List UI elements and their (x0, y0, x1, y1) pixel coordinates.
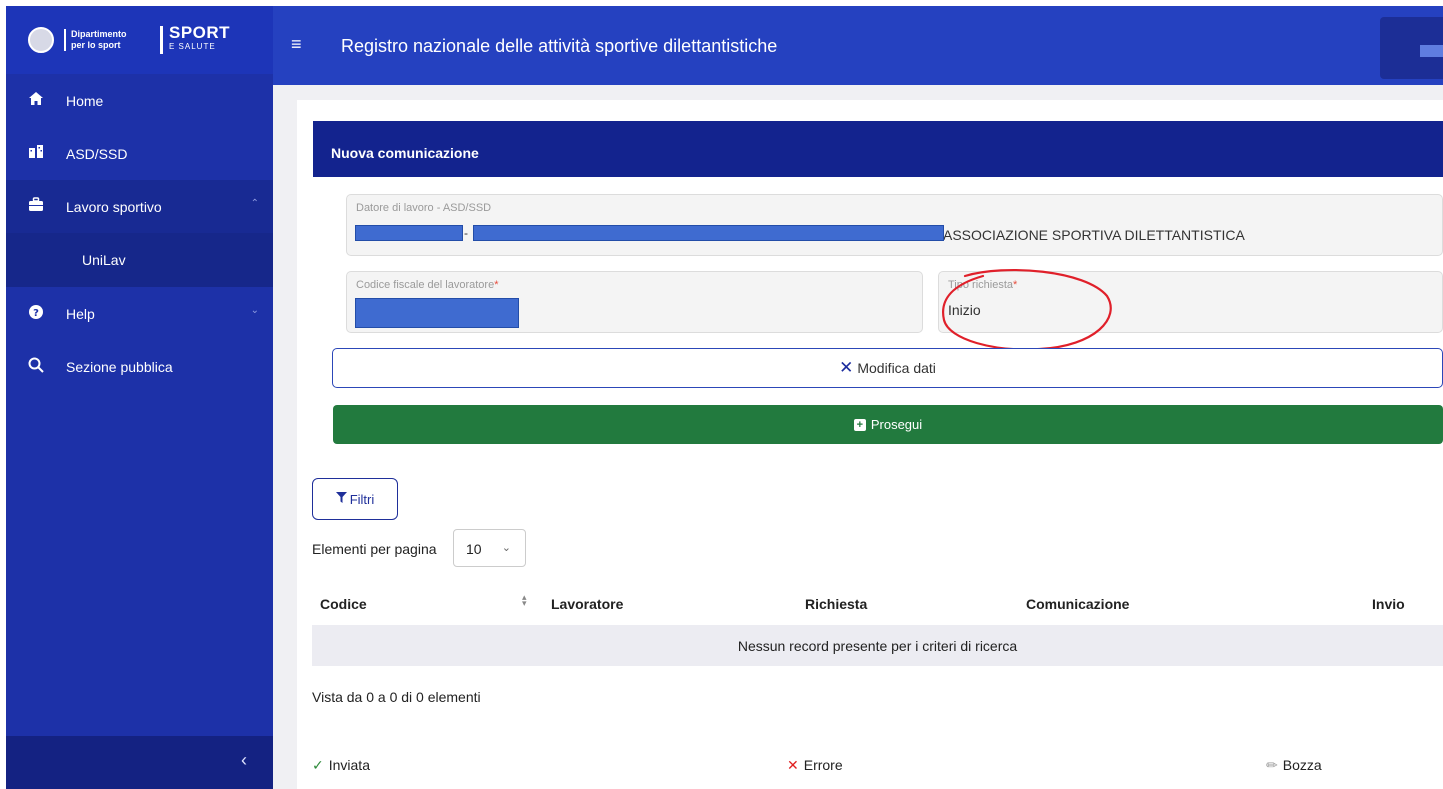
sidebar-item-sezione-pubblica[interactable]: Sezione pubblica (6, 340, 273, 393)
sidebar-item-label: Help (66, 305, 95, 322)
legend-draft: ✏ Bozza (1266, 757, 1322, 773)
sidebar: Dipartimento per lo sport SPORT E SALUTE… (6, 6, 273, 789)
column-header-lavoratore[interactable]: Lavoratore (551, 596, 623, 612)
close-icon: ✕ (839, 358, 854, 377)
user-menu-indicator (1420, 45, 1443, 57)
pencil-icon: ✏ (1266, 757, 1278, 773)
request-type-label: Tipo richiesta* (948, 279, 1018, 291)
sidebar-item-lavoro-sportivo[interactable]: Lavoro sportivo ⌃ (6, 180, 273, 233)
column-header-comunicazione[interactable]: Comunicazione (1026, 596, 1129, 612)
collapse-sidebar-icon[interactable]: ‹ (241, 750, 247, 771)
sidebar-item-label: Home (66, 92, 104, 109)
employer-value: ASSOCIAZIONE SPORTIVA DILETTANTISTICA (943, 227, 1245, 243)
help-icon: ? (28, 304, 44, 324)
legend-sent: ✓ Inviata (312, 757, 370, 773)
edit-data-button[interactable]: ✕ Modifica dati (332, 348, 1443, 388)
redacted-employer-name (473, 225, 944, 241)
hamburger-menu-icon[interactable]: ≡ (291, 34, 302, 55)
per-page-select[interactable]: 10 ⌄ (453, 529, 526, 567)
sidebar-item-home[interactable]: Home (6, 74, 273, 127)
filter-label: Filtri (349, 491, 375, 507)
check-icon: ✓ (312, 757, 324, 773)
per-page-label: Elementi per pagina (312, 541, 437, 557)
required-marker: * (494, 279, 499, 291)
sidebar-subitem-label: UniLav (82, 252, 126, 268)
sidebar-item-asd-ssd[interactable]: ASD/SSD (6, 127, 273, 180)
sidebar-subitem-unilav[interactable]: UniLav (6, 233, 273, 287)
sidebar-item-label: Sezione pubblica (66, 358, 173, 375)
pagination-info: Vista da 0 a 0 di 0 elementi (312, 689, 481, 705)
sport-e-salute-logo: SPORT E SALUTE (160, 23, 231, 54)
column-header-codice[interactable]: Codice (320, 596, 367, 612)
search-icon (28, 357, 44, 377)
worker-tax-code-label: Codice fiscale del lavoratore* (356, 279, 499, 291)
column-header-richiesta[interactable]: Richiesta (805, 596, 867, 612)
logo-sub: E SALUTE (169, 42, 216, 51)
sort-icon[interactable]: ▴ ▾ (522, 593, 527, 608)
brand-logo[interactable]: Dipartimento per lo sport SPORT E SALUTE (6, 6, 273, 74)
svg-text:?: ? (33, 308, 39, 319)
department-name: Dipartimento per lo sport (64, 29, 142, 51)
required-marker: * (1013, 279, 1018, 291)
request-type-value: Inizio (948, 302, 981, 318)
redacted-worker-tax-code (355, 298, 519, 328)
briefcase-icon (28, 197, 44, 216)
employer-label: Datore di lavoro - ASD/SSD (356, 202, 492, 214)
legend-error: ✕ Errore (787, 757, 843, 773)
redacted-tax-id (355, 225, 463, 241)
column-header-invio[interactable]: Invio (1372, 596, 1405, 612)
edit-data-label: Modifica dati (857, 360, 936, 376)
republic-emblem-icon (28, 27, 54, 53)
per-page-value: 10 (466, 541, 482, 557)
plus-square-icon: + (853, 418, 866, 431)
top-header: ≡ Registro nazionale delle attività spor… (273, 6, 1443, 85)
continue-button[interactable]: + Prosegui (333, 405, 1443, 444)
sidebar-item-label: Lavoro sportivo (66, 198, 162, 215)
employer-separator: - (464, 226, 468, 240)
empty-message: Nessun record presente per i criteri di … (737, 637, 1018, 654)
app-title: Registro nazionale delle attività sporti… (341, 36, 778, 56)
sidebar-item-help[interactable]: ? Help ⌄ (6, 287, 273, 340)
form-title: Nuova comunicazione (313, 121, 1443, 177)
filter-button[interactable]: Filtri (312, 478, 398, 520)
chevron-up-icon: ⌃ (250, 198, 259, 209)
building-icon (28, 144, 44, 163)
funnel-icon (335, 492, 347, 506)
user-menu-button[interactable] (1380, 17, 1443, 79)
continue-label: Prosegui (870, 417, 923, 432)
request-type-field: Tipo richiesta* Inizio (938, 271, 1443, 333)
chevron-down-icon: ⌄ (250, 305, 259, 316)
home-icon (28, 91, 44, 110)
chevron-down-icon: ⌄ (501, 542, 511, 554)
sidebar-item-label: ASD/SSD (66, 145, 128, 162)
cross-icon: ✕ (787, 757, 799, 773)
sidebar-footer: ‹ (6, 736, 273, 789)
logo-main: SPORT (169, 23, 231, 42)
table-empty-row: Nessun record presente per i criteri di … (312, 625, 1443, 666)
